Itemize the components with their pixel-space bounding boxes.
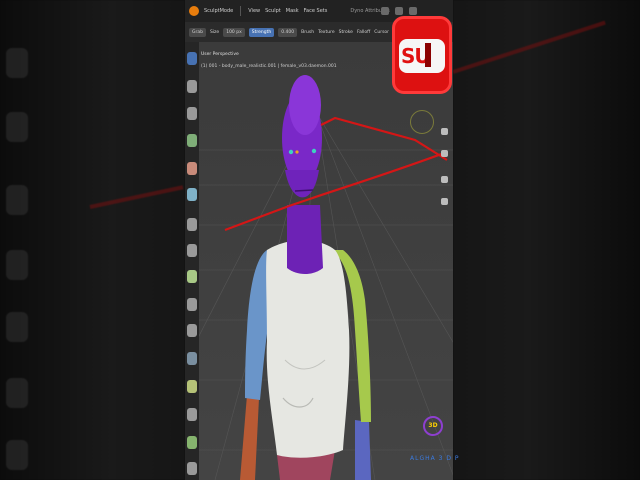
inflate-brush-icon[interactable] <box>187 162 197 175</box>
zoom-icon[interactable] <box>441 128 448 135</box>
snake-hook-icon[interactable] <box>187 270 197 283</box>
ghost-tool-icon <box>6 378 28 408</box>
app-logo-icon <box>189 6 199 16</box>
draw-brush-icon[interactable] <box>187 52 197 65</box>
menu-item[interactable]: SculptMode <box>204 8 233 14</box>
brush-menu[interactable]: Brush <box>301 30 314 35</box>
pose-brush-icon[interactable] <box>187 324 197 337</box>
size-label: Size <box>209 29 220 35</box>
right-blur-panel <box>452 0 640 480</box>
thumb-brush-icon[interactable] <box>187 298 197 311</box>
viewport-overlay-icon[interactable] <box>381 7 389 15</box>
badge-panel: SU <box>399 39 445 73</box>
menu-item[interactable]: Sculpt <box>265 8 281 14</box>
ghost-tool-icon <box>6 312 28 342</box>
ghost-annotation <box>452 20 606 74</box>
menu-item[interactable]: Face Sets <box>304 8 328 14</box>
menu-separator <box>240 6 242 16</box>
ghost-tool-icon <box>6 440 28 470</box>
clay-brush-icon[interactable] <box>187 80 197 93</box>
ghost-tool-icon <box>6 48 28 78</box>
ghost-tool-icon <box>6 185 28 215</box>
strength-label[interactable]: Strength <box>248 27 275 37</box>
cursor-menu[interactable]: Cursor <box>374 30 389 35</box>
subscribe-badge[interactable]: SU <box>392 16 452 94</box>
layer-brush-icon[interactable] <box>187 188 197 201</box>
grab-brush-icon[interactable] <box>187 244 197 257</box>
tool-shelf <box>185 42 199 480</box>
object-path-label: (1) 001 - body_male_realistic.001 | fema… <box>201 64 337 69</box>
flatten-brush-icon[interactable] <box>187 218 197 231</box>
watermark-text: ALGHA 3 D P <box>410 455 460 462</box>
left-blur-panel <box>0 0 185 480</box>
texture-menu[interactable]: Texture <box>318 30 334 35</box>
ghost-tool-icon <box>6 112 28 142</box>
crease-brush-icon[interactable] <box>187 107 197 120</box>
camera-icon[interactable] <box>441 176 448 183</box>
xray-icon[interactable] <box>409 7 417 15</box>
shading-icon[interactable] <box>395 7 403 15</box>
navigation-gizmo[interactable] <box>410 110 434 134</box>
stroke-menu[interactable]: Stroke <box>339 30 353 35</box>
lasso-mask-icon[interactable] <box>187 436 197 449</box>
face-set-icon[interactable] <box>187 380 197 393</box>
watermark-logo: 3D <box>423 416 443 436</box>
menu-item[interactable]: View <box>248 8 260 14</box>
grid-view-icon[interactable] <box>441 198 448 205</box>
smooth-brush-icon[interactable] <box>187 134 197 147</box>
transform-icon[interactable] <box>187 462 197 475</box>
falloff-menu[interactable]: Falloff <box>357 30 370 35</box>
badge-cursor-bar <box>425 43 431 67</box>
strength-field[interactable]: 0.400 <box>278 27 298 37</box>
ghost-annotation <box>89 185 184 209</box>
box-mask-icon[interactable] <box>187 408 197 421</box>
viewport-title: User Perspective <box>201 52 239 57</box>
hand-pan-icon[interactable] <box>441 150 448 157</box>
ghost-tool-icon <box>6 250 28 280</box>
size-field[interactable]: 100 px <box>223 27 245 37</box>
mask-brush-icon[interactable] <box>187 352 197 365</box>
menu-item[interactable]: Mask <box>286 8 299 14</box>
brush-selector[interactable]: Grab <box>189 27 206 37</box>
